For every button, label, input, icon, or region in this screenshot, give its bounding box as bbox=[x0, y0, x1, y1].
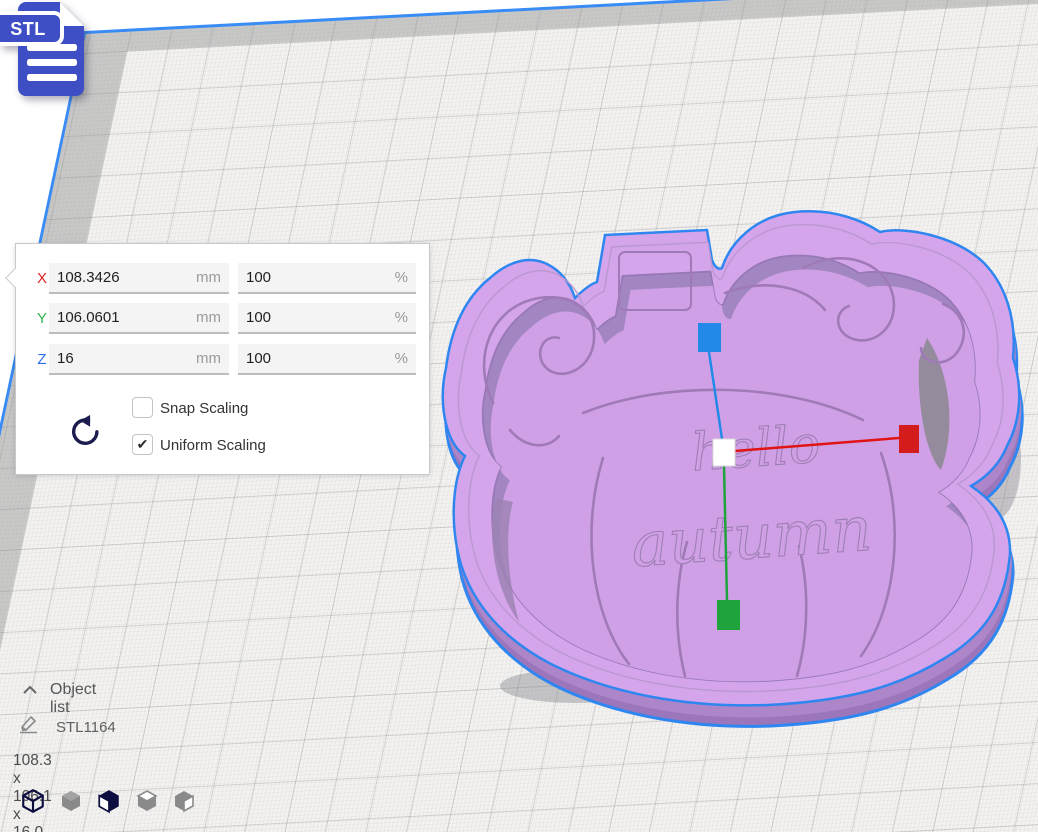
snap-scaling-label: Snap Scaling bbox=[160, 400, 248, 417]
y-percent-field[interactable]: 100 % bbox=[238, 303, 416, 334]
x-percent-unit: % bbox=[395, 263, 408, 293]
z-percent-value[interactable]: 100 bbox=[246, 344, 271, 374]
panel-pointer-arrow bbox=[5, 268, 25, 288]
object-list-title[interactable]: Object list bbox=[50, 681, 96, 717]
uniform-scaling-checkbox[interactable]: ✔ bbox=[132, 434, 153, 455]
y-size-field[interactable]: 106.0601 mm bbox=[49, 303, 229, 334]
scale-handle-z[interactable] bbox=[698, 323, 721, 352]
view-orientation-toolbar bbox=[20, 788, 196, 814]
z-percent-field[interactable]: 100 % bbox=[238, 344, 416, 375]
document-lines bbox=[27, 44, 77, 81]
view-right-icon[interactable] bbox=[172, 788, 196, 814]
scale-tool-panel: X 108.3426 mm 100 % Y 106.0601 mm 100 % … bbox=[15, 243, 430, 475]
y-percent-unit: % bbox=[395, 303, 408, 333]
y-size-unit: mm bbox=[196, 303, 221, 333]
stl-file-icon: STL bbox=[0, 0, 100, 105]
y-size-value[interactable]: 106.0601 bbox=[57, 303, 120, 333]
x-size-value[interactable]: 108.3426 bbox=[57, 263, 120, 293]
snap-scaling-checkbox[interactable]: ✔ bbox=[132, 397, 153, 418]
uniform-scaling-check: ✔ bbox=[137, 436, 149, 452]
view-top-icon[interactable] bbox=[96, 788, 122, 814]
z-percent-unit: % bbox=[395, 344, 408, 374]
stl-badge-label: STL bbox=[10, 19, 46, 39]
view-front-icon[interactable] bbox=[59, 788, 83, 814]
object-list-item[interactable]: STL1164 bbox=[56, 719, 116, 736]
z-size-value[interactable]: 16 bbox=[57, 344, 74, 374]
x-percent-value[interactable]: 100 bbox=[246, 263, 271, 293]
view-3d-icon[interactable] bbox=[20, 788, 46, 814]
collapse-chevron-icon[interactable] bbox=[21, 684, 39, 696]
x-size-unit: mm bbox=[196, 263, 221, 293]
view-left-icon[interactable] bbox=[135, 788, 159, 814]
scale-handle-y[interactable] bbox=[717, 600, 740, 630]
reset-scale-icon[interactable] bbox=[68, 412, 102, 450]
uniform-scaling-label: Uniform Scaling bbox=[160, 437, 266, 454]
x-size-field[interactable]: 108.3426 mm bbox=[49, 263, 229, 294]
model-pumpkin-mold[interactable]: hello autumn bbox=[435, 198, 1035, 743]
edit-pencil-icon[interactable] bbox=[18, 714, 40, 734]
z-size-unit: mm bbox=[196, 344, 221, 374]
viewport-3d[interactable]: hello autumn STL X 108.3426 mm 100 bbox=[0, 0, 1038, 832]
y-percent-value[interactable]: 100 bbox=[246, 303, 271, 333]
z-size-field[interactable]: 16 mm bbox=[49, 344, 229, 375]
scale-handle-center[interactable] bbox=[713, 439, 735, 466]
scale-handle-x[interactable] bbox=[899, 425, 919, 453]
model-cavity-floor bbox=[491, 269, 988, 695]
x-percent-field[interactable]: 100 % bbox=[238, 263, 416, 294]
plate-edge-top bbox=[83, 0, 1038, 34]
